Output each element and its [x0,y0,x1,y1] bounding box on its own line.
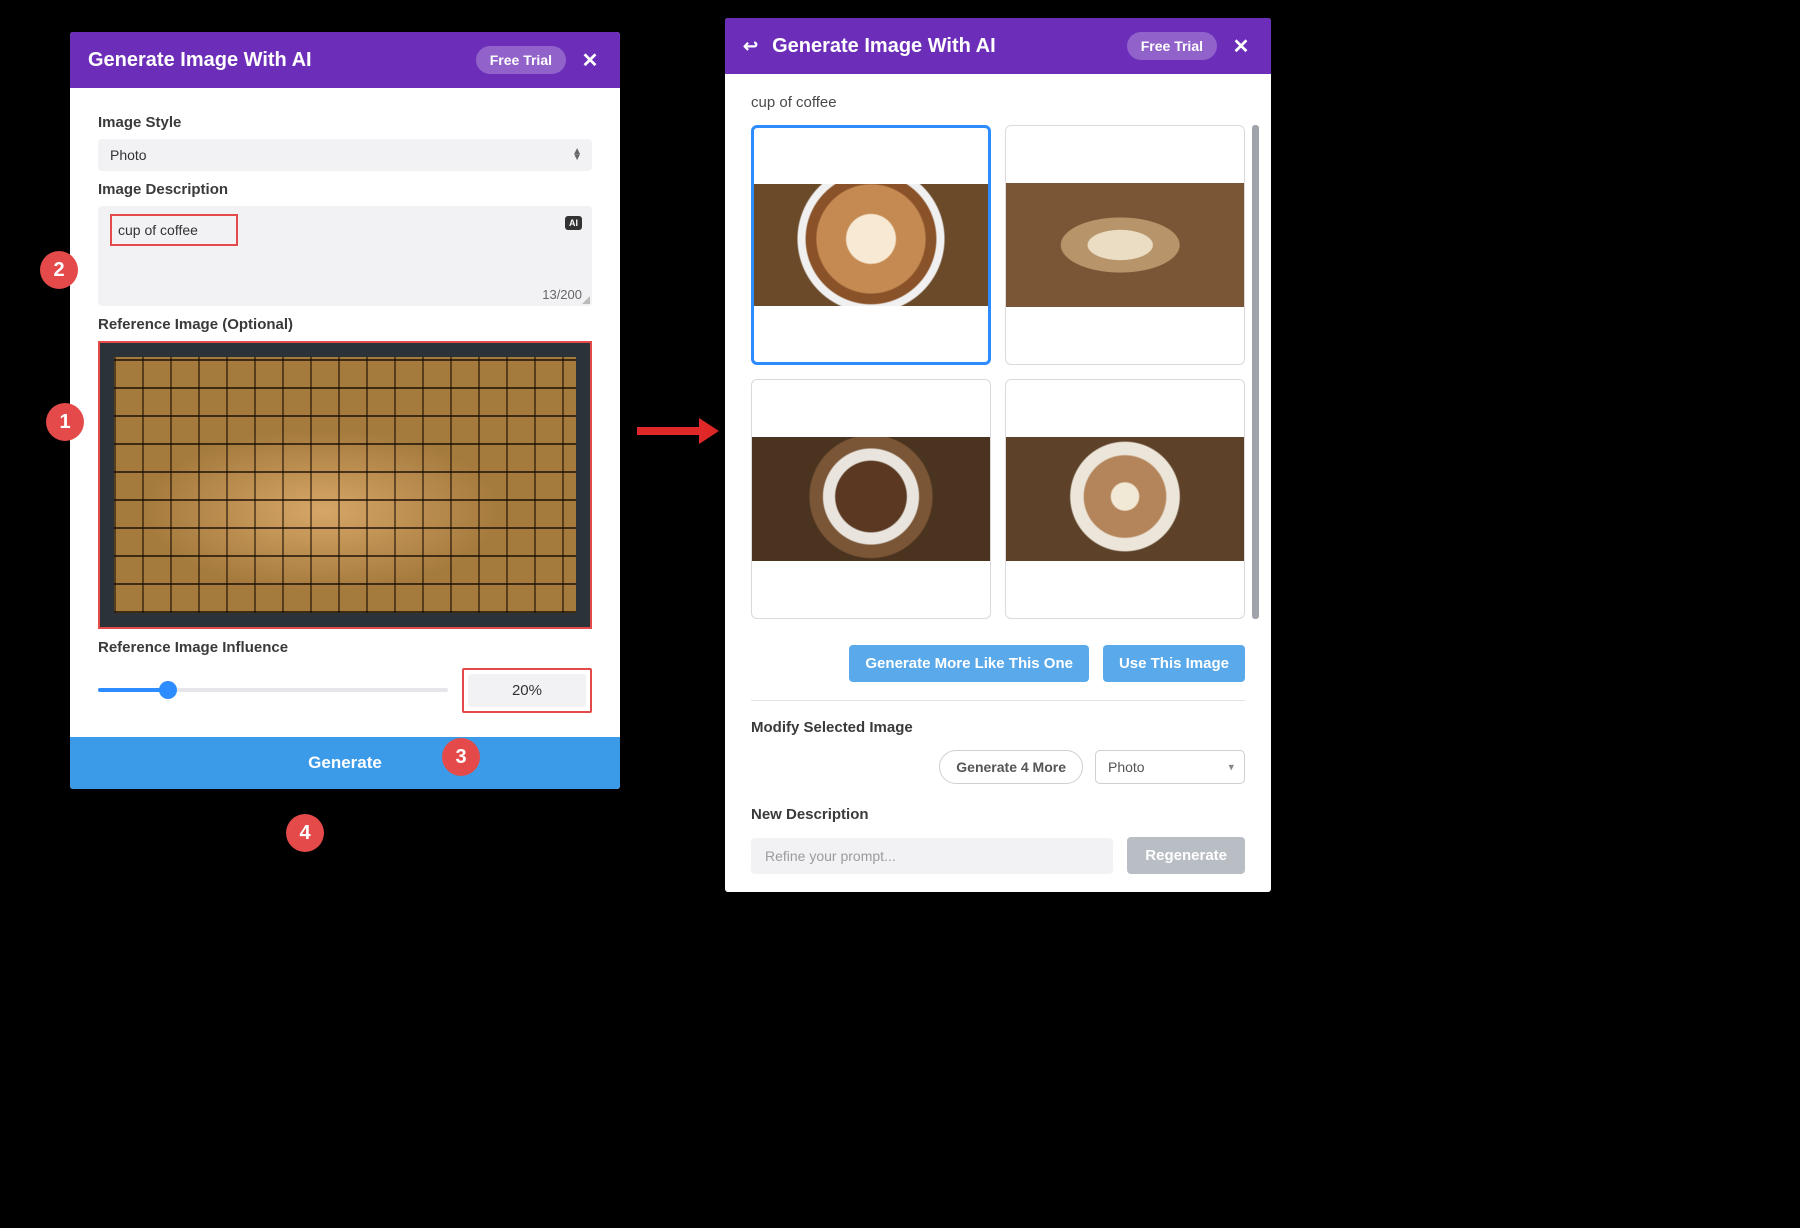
image-description-value: cup of coffee [110,214,238,246]
generate-image-panel-input: Generate Image With AI Free Trial ✕ Imag… [70,32,620,789]
result-image [754,184,988,306]
influence-value-highlight: 20% [462,668,592,713]
resize-handle-icon[interactable] [582,296,590,304]
slider-fill [98,688,168,692]
image-style-value: Photo [110,147,147,163]
image-description-label: Image Description [98,181,592,198]
refine-prompt-input[interactable] [751,838,1113,874]
result-thumbnail-4[interactable] [1005,379,1245,619]
modify-style-select[interactable]: Photo [1095,750,1245,784]
generate-4-more-button[interactable]: Generate 4 More [939,750,1083,784]
prompt-echo: cup of coffee [751,94,1245,111]
result-image [1006,437,1244,561]
annotation-marker-2: 2 [40,251,78,289]
result-image [1006,183,1244,307]
modify-section-title: Modify Selected Image [751,719,1245,736]
free-trial-badge[interactable]: Free Trial [476,46,566,74]
reference-image-preview [114,357,576,613]
influence-slider[interactable] [98,688,448,692]
reference-image-upload[interactable] [98,341,592,629]
image-style-label: Image Style [98,114,592,131]
back-icon[interactable]: ↩ [743,36,758,57]
image-description-input[interactable]: cup of coffee AI 13/200 [98,206,592,306]
annotation-marker-3: 3 [442,738,480,776]
panel-title: Generate Image With AI [772,35,1127,58]
result-image [752,437,990,561]
panel-title: Generate Image With AI [88,49,476,72]
regenerate-button[interactable]: Regenerate [1127,837,1245,874]
image-style-select[interactable]: Photo ▲▼ [98,139,592,171]
annotation-marker-4: 4 [286,814,324,852]
result-thumbnail-3[interactable] [751,379,991,619]
ai-assist-badge[interactable]: AI [565,216,582,230]
free-trial-badge[interactable]: Free Trial [1127,32,1217,60]
result-thumbnail-1[interactable] [751,125,991,365]
char-count: 13/200 [542,287,582,302]
divider [751,700,1245,701]
annotation-marker-1: 1 [46,403,84,441]
generate-image-panel-results: ↩ Generate Image With AI Free Trial ✕ cu… [725,18,1271,892]
chevron-up-down-icon: ▲▼ [572,149,582,161]
modify-style-value: Photo [1108,759,1145,775]
panel-header: ↩ Generate Image With AI Free Trial ✕ [725,18,1271,74]
result-grid [751,125,1245,619]
slider-thumb[interactable] [159,681,177,699]
flow-arrow-icon [637,418,719,444]
panel-header: Generate Image With AI Free Trial ✕ [70,32,620,88]
close-icon[interactable]: ✕ [578,48,602,73]
result-thumbnail-2[interactable] [1005,125,1245,365]
use-this-image-button[interactable]: Use This Image [1103,645,1245,682]
new-description-label: New Description [751,806,1245,823]
scrollbar[interactable] [1252,125,1259,619]
generate-button[interactable]: Generate [70,737,620,789]
generate-more-like-this-button[interactable]: Generate More Like This One [849,645,1089,682]
close-icon[interactable]: ✕ [1229,34,1253,59]
influence-value: 20% [468,674,586,707]
reference-image-label: Reference Image (Optional) [98,316,592,333]
influence-label: Reference Image Influence [98,639,592,656]
